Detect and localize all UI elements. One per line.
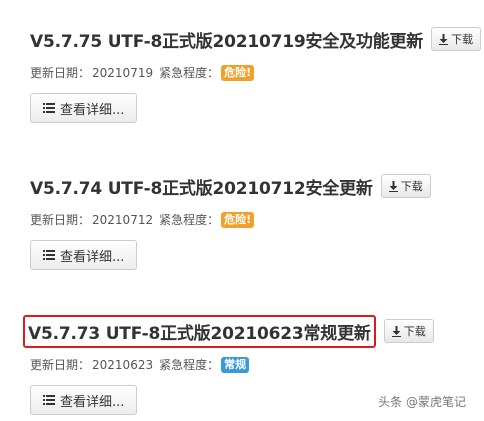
meta-row: 更新日期： 20210623 紧急程度： 常规	[30, 356, 470, 373]
urgency-badge: 常规	[221, 356, 250, 373]
version-title: V5.7.75 UTF-8正式版20210719安全及功能更新	[30, 31, 424, 52]
version-entry: V5.7.75 UTF-8正式版20210719安全及功能更新 下载 更新日期：…	[30, 24, 482, 123]
update-date-label: 更新日期：	[30, 358, 91, 372]
list-icon	[43, 103, 55, 113]
urgency-label: 紧急程度：	[159, 66, 220, 80]
download-button[interactable]: 下载	[431, 27, 482, 51]
download-button[interactable]: 下载	[383, 319, 434, 343]
watermark-text: 头条 @蒙虎笔记	[378, 395, 466, 409]
version-title-highlighted: V5.7.73 UTF-8正式版20210623常规更新	[23, 314, 376, 348]
urgency-label: 紧急程度：	[159, 358, 220, 372]
list-icon	[43, 395, 55, 405]
meta-row: 更新日期： 20210712 紧急程度： 危险!	[30, 211, 470, 228]
view-details-button[interactable]: 查看详细...	[30, 385, 138, 415]
view-details-label: 查看详细...	[60, 249, 125, 265]
view-details-button[interactable]: 查看详细...	[30, 240, 138, 270]
update-date-value: 20210719	[92, 65, 154, 80]
update-date-value: 20210712	[92, 212, 154, 227]
download-icon	[391, 325, 401, 337]
download-icon	[439, 33, 449, 45]
download-button-label: 下载	[403, 325, 426, 338]
update-date-label: 更新日期：	[30, 66, 91, 80]
view-details-button[interactable]: 查看详细...	[30, 93, 138, 123]
update-date-label: 更新日期：	[30, 213, 91, 227]
version-title-row: V5.7.75 UTF-8正式版20210719安全及功能更新 下载	[30, 24, 482, 54]
meta-row: 更新日期： 20210719 紧急程度： 危险!	[30, 64, 470, 81]
urgency-badge: 危险!	[221, 211, 255, 228]
version-entry: V5.7.74 UTF-8正式版20210712安全更新 下载 更新日期： 20…	[30, 171, 470, 270]
view-details-label: 查看详细...	[60, 102, 125, 118]
view-details-label: 查看详细...	[60, 394, 125, 410]
download-button-label: 下载	[451, 33, 474, 46]
download-button[interactable]: 下载	[380, 174, 431, 198]
download-icon	[388, 180, 398, 192]
update-date-value: 20210623	[92, 357, 154, 372]
version-title: V5.7.74 UTF-8正式版20210712安全更新	[30, 178, 373, 199]
download-button-label: 下载	[400, 180, 423, 193]
version-title-row: V5.7.74 UTF-8正式版20210712安全更新 下载	[30, 171, 470, 201]
urgency-badge: 危险!	[221, 64, 255, 81]
version-title-row: V5.7.73 UTF-8正式版20210623常规更新 下载	[23, 314, 470, 348]
watermark: 头条 @蒙虎笔记	[374, 393, 466, 410]
list-icon	[43, 250, 55, 260]
urgency-label: 紧急程度：	[159, 213, 220, 227]
